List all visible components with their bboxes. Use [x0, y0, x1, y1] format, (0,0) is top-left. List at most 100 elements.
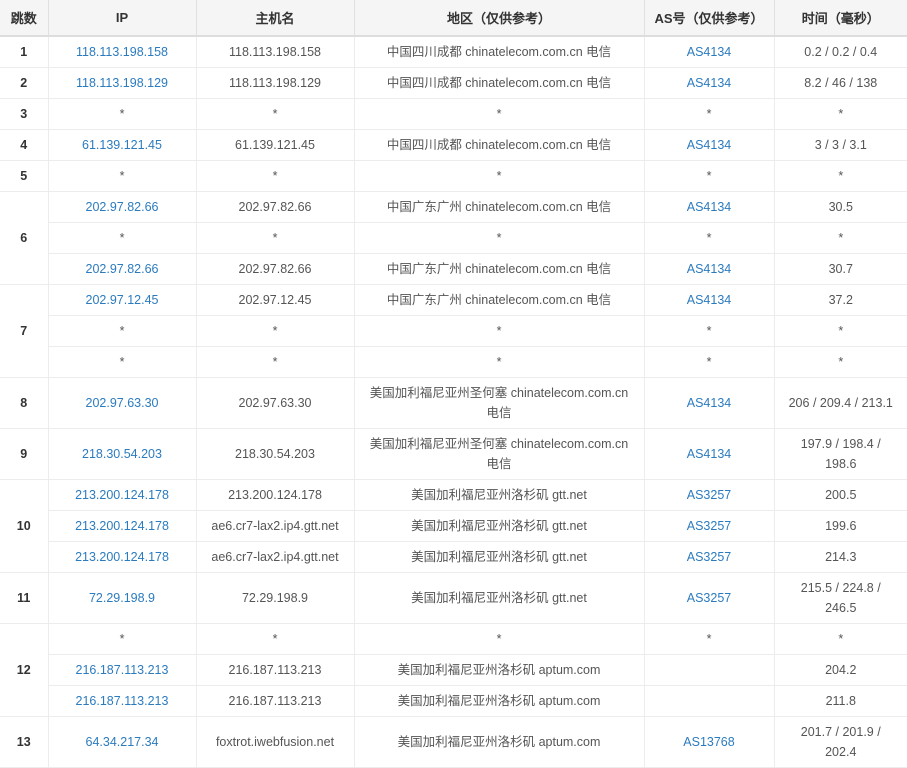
time-cell: 0.2 / 0.2 / 0.4 — [774, 36, 907, 68]
as-cell[interactable]: AS4134 — [644, 130, 774, 161]
table-row: 7202.97.12.45202.97.12.45中国广东广州 chinatel… — [0, 285, 907, 316]
as-link[interactable]: AS13768 — [683, 735, 734, 749]
region-cell: * — [354, 624, 644, 655]
as-cell[interactable]: AS4134 — [644, 285, 774, 316]
hop-number: 3 — [0, 99, 48, 130]
table-row: 1364.34.217.34foxtrot.iwebfusion.net美国加利… — [0, 717, 907, 768]
ip-cell[interactable]: 118.113.198.158 — [48, 36, 196, 68]
as-link[interactable]: AS4134 — [687, 76, 731, 90]
ip-cell[interactable]: 213.200.124.178 — [48, 542, 196, 573]
as-cell[interactable]: AS4134 — [644, 378, 774, 429]
table-row: 10213.200.124.178213.200.124.178美国加利福尼亚州… — [0, 480, 907, 511]
region-cell: * — [354, 99, 644, 130]
as-cell[interactable]: AS4134 — [644, 192, 774, 223]
ip-link[interactable]: 213.200.124.178 — [75, 519, 169, 533]
ip-link[interactable]: 118.113.198.158 — [76, 45, 168, 59]
as-link[interactable]: AS4134 — [687, 138, 731, 152]
as-link[interactable]: AS4134 — [687, 45, 731, 59]
ip-link[interactable]: 218.30.54.203 — [82, 447, 162, 461]
hop-number: 7 — [0, 285, 48, 378]
as-link[interactable]: AS4134 — [687, 447, 731, 461]
time-cell: 214.3 — [774, 542, 907, 573]
region-cell: 美国加利福尼亚州圣何塞 chinatelecom.com.cn 电信 — [354, 429, 644, 480]
as-cell[interactable]: AS13768 — [644, 717, 774, 768]
ip-cell[interactable]: 202.97.82.66 — [48, 254, 196, 285]
ip-link[interactable]: 202.97.82.66 — [86, 200, 159, 214]
hostname-cell: * — [196, 624, 354, 655]
as-cell — [644, 686, 774, 717]
time-cell: 30.7 — [774, 254, 907, 285]
hop-number: 4 — [0, 130, 48, 161]
as-cell[interactable]: AS4134 — [644, 254, 774, 285]
time-cell: 211.8 — [774, 686, 907, 717]
table-row: 1118.113.198.158118.113.198.158中国四川成都 ch… — [0, 36, 907, 68]
traceroute-table: 跳数 IP 主机名 地区（仅供参考） AS号（仅供参考） 时间（毫秒） 1 118… — [0, 0, 907, 768]
ip-cell: * — [48, 99, 196, 130]
ip-cell[interactable]: 216.187.113.213 — [48, 655, 196, 686]
ip-link[interactable]: 216.187.113.213 — [76, 663, 169, 677]
hostname-cell: 61.139.121.45 — [196, 130, 354, 161]
as-link[interactable]: AS3257 — [687, 550, 731, 564]
region-cell: 美国加利福尼亚州洛杉矶 aptum.com — [354, 686, 644, 717]
hostname-cell: 202.97.82.66 — [196, 254, 354, 285]
ip-link[interactable]: 213.200.124.178 — [75, 550, 169, 564]
as-link[interactable]: AS3257 — [687, 488, 731, 502]
hostname-cell: 218.30.54.203 — [196, 429, 354, 480]
hostname-cell: 118.113.198.158 — [196, 36, 354, 68]
ip-cell[interactable]: 64.34.217.34 — [48, 717, 196, 768]
region-cell: 美国加利福尼亚州洛杉矶 gtt.net — [354, 480, 644, 511]
hostname-cell: 202.97.82.66 — [196, 192, 354, 223]
region-cell: 美国加利福尼亚州洛杉矶 gtt.net — [354, 511, 644, 542]
hop-number: 1 — [0, 36, 48, 68]
hostname-cell: 72.29.198.9 — [196, 573, 354, 624]
hostname-cell: * — [196, 99, 354, 130]
hostname-cell: ae6.cr7-lax2.ip4.gtt.net — [196, 511, 354, 542]
ip-cell[interactable]: 202.97.63.30 — [48, 378, 196, 429]
region-cell: 中国四川成都 chinatelecom.com.cn 电信 — [354, 68, 644, 99]
as-cell[interactable]: AS3257 — [644, 480, 774, 511]
as-link[interactable]: AS4134 — [687, 262, 731, 276]
ip-cell[interactable]: 218.30.54.203 — [48, 429, 196, 480]
ip-cell[interactable]: 202.97.82.66 — [48, 192, 196, 223]
ip-cell[interactable]: 213.200.124.178 — [48, 480, 196, 511]
table-row: ***** — [0, 223, 907, 254]
ip-cell[interactable]: 213.200.124.178 — [48, 511, 196, 542]
as-cell[interactable]: AS4134 — [644, 68, 774, 99]
as-link[interactable]: AS4134 — [687, 293, 731, 307]
as-cell[interactable]: AS3257 — [644, 542, 774, 573]
ip-cell[interactable]: 61.139.121.45 — [48, 130, 196, 161]
ip-link[interactable]: 118.113.198.129 — [76, 76, 168, 90]
region-cell: * — [354, 347, 644, 378]
as-cell[interactable]: AS3257 — [644, 511, 774, 542]
as-cell: * — [644, 223, 774, 254]
table-row: 5***** — [0, 161, 907, 192]
region-cell: 中国广东广州 chinatelecom.com.cn 电信 — [354, 254, 644, 285]
as-cell[interactable]: AS4134 — [644, 429, 774, 480]
ip-link[interactable]: 216.187.113.213 — [76, 694, 169, 708]
as-cell: * — [644, 316, 774, 347]
as-link[interactable]: AS3257 — [687, 591, 731, 605]
as-link[interactable]: AS4134 — [687, 396, 731, 410]
ip-link[interactable]: 72.29.198.9 — [89, 591, 155, 605]
ip-link[interactable]: 64.34.217.34 — [86, 735, 159, 749]
ip-link[interactable]: 202.97.82.66 — [86, 262, 159, 276]
traceroute-table-container: 跳数 IP 主机名 地区（仅供参考） AS号（仅供参考） 时间（毫秒） 1 118… — [0, 0, 907, 768]
as-cell[interactable]: AS4134 — [644, 36, 774, 68]
ip-link[interactable]: 202.97.12.45 — [86, 293, 159, 307]
ip-link[interactable]: 202.97.63.30 — [86, 396, 159, 410]
as-cell[interactable]: AS3257 — [644, 573, 774, 624]
hostname-cell: foxtrot.iwebfusion.net — [196, 717, 354, 768]
region-cell: * — [354, 223, 644, 254]
as-link[interactable]: AS4134 — [687, 200, 731, 214]
ip-cell[interactable]: 202.97.12.45 — [48, 285, 196, 316]
ip-link[interactable]: 213.200.124.178 — [75, 488, 169, 502]
ip-link[interactable]: 61.139.121.45 — [82, 138, 162, 152]
hop-number: 9 — [0, 429, 48, 480]
ip-cell[interactable]: 72.29.198.9 — [48, 573, 196, 624]
table-header-row: 跳数 IP 主机名 地区（仅供参考） AS号（仅供参考） 时间（毫秒） — [0, 0, 907, 36]
ip-cell[interactable]: 118.113.198.129 — [48, 68, 196, 99]
header-ip: IP — [48, 0, 196, 36]
ip-cell[interactable]: 216.187.113.213 — [48, 686, 196, 717]
as-link[interactable]: AS3257 — [687, 519, 731, 533]
region-cell: * — [354, 161, 644, 192]
